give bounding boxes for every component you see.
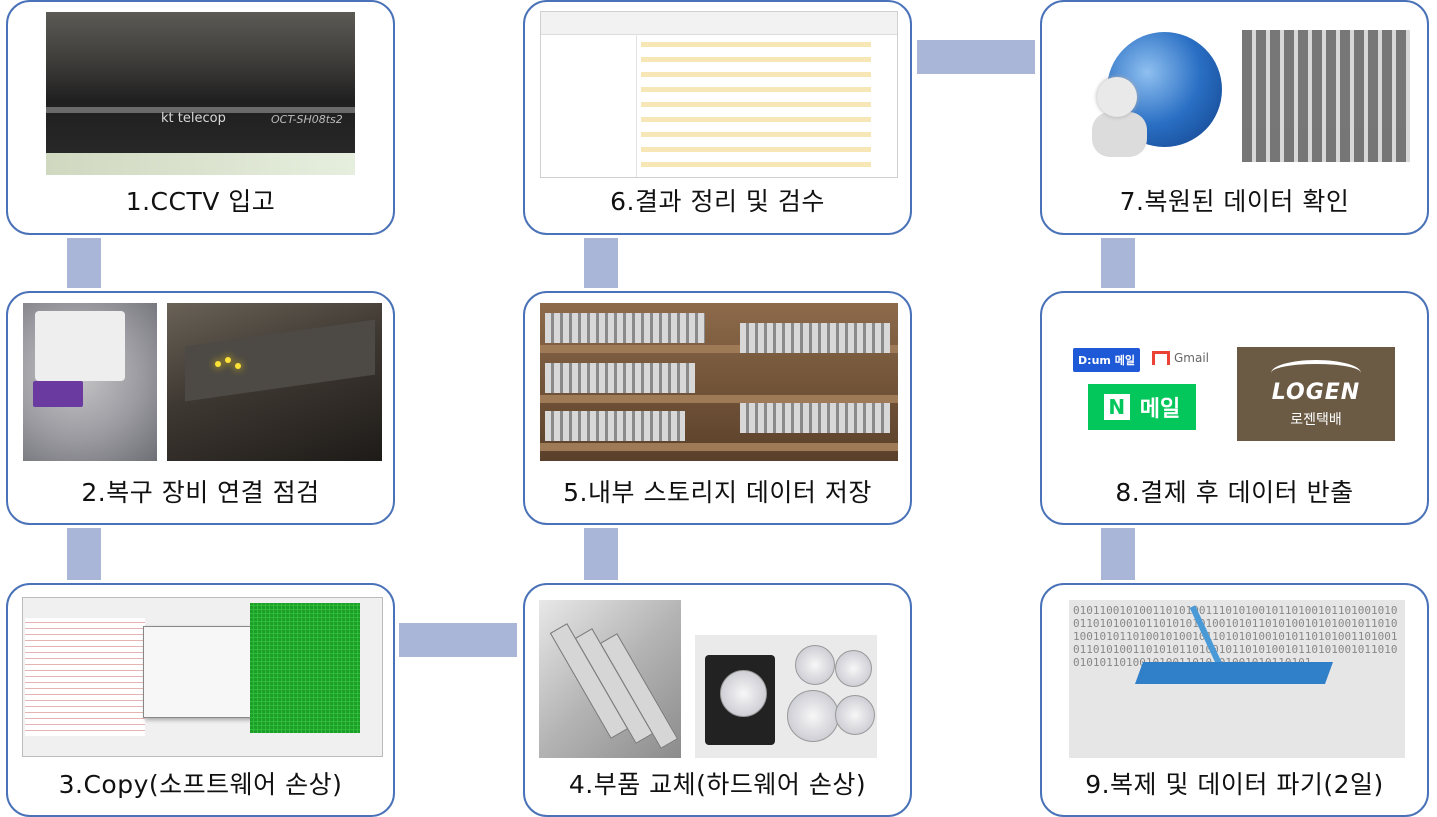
step-8-card: D:um 메일 Gmail N 메일 LOGEN 로젠택배 8.결제 후 데이터… xyxy=(1040,291,1429,525)
explorer-toolbar xyxy=(541,12,897,35)
explorer-file-row xyxy=(641,42,871,47)
platter xyxy=(835,695,875,735)
step-1-caption: 1.CCTV 입고 xyxy=(125,187,276,216)
file-explorer-screenshot xyxy=(540,11,898,178)
step-9-card: 0101100101001101010011101010010110100101… xyxy=(1040,583,1429,817)
pcb-board xyxy=(185,319,375,402)
sector-map-grid xyxy=(250,603,360,733)
gmail-text: Gmail xyxy=(1174,351,1210,365)
explorer-file-row xyxy=(641,102,871,107)
gmail-logo: Gmail xyxy=(1152,351,1209,365)
connector-8-9 xyxy=(1101,528,1135,580)
connector-4-5 xyxy=(584,528,618,580)
explorer-file-row xyxy=(641,132,871,137)
platter xyxy=(787,690,839,742)
copy-software-screenshot xyxy=(22,597,383,757)
rack-shelf xyxy=(540,443,898,451)
logen-en-text: LOGEN xyxy=(1271,379,1361,405)
step-5-card: 5.내부 스토리지 데이터 저장 xyxy=(523,291,912,525)
step-1-card: kt telecop OCT-SH08ts2 1.CCTV 입고 xyxy=(6,0,395,235)
rack-drives xyxy=(545,363,695,393)
hdd-purple-badge xyxy=(33,381,83,407)
connector-7-8 xyxy=(1101,238,1135,288)
recovery-board-photo xyxy=(167,303,382,461)
cctv-dvr-photo: kt telecop OCT-SH08ts2 xyxy=(46,12,355,175)
copy-log-panel xyxy=(25,618,145,736)
rack-drives xyxy=(740,403,890,433)
explorer-file-row xyxy=(641,162,871,167)
dvr-floor xyxy=(46,153,355,175)
naver-mail-text: 메일 xyxy=(1139,397,1181,422)
rack-shelf xyxy=(540,395,898,403)
logen-logo: LOGEN 로젠택배 xyxy=(1237,347,1395,441)
figure-body xyxy=(1092,112,1147,157)
step-8-caption: 8.결제 후 데이터 반출 xyxy=(1115,478,1354,507)
step-6-caption: 6.결과 정리 및 검수 xyxy=(610,187,825,216)
gmail-icon xyxy=(1152,351,1170,365)
head-stack-photo xyxy=(539,600,681,758)
step-4-caption: 4.부품 교체(하드웨어 손상) xyxy=(568,770,867,799)
led-indicator xyxy=(235,363,241,369)
brush-head xyxy=(1134,662,1334,684)
dvr-brand-text: kt telecop xyxy=(161,111,226,126)
led-indicator xyxy=(215,361,221,367)
logen-kr-text: 로젠택배 xyxy=(1290,411,1342,428)
step-6-card: 6.결과 정리 및 검수 xyxy=(523,0,912,235)
recovered-thumbnails xyxy=(1242,30,1410,162)
led-indicator xyxy=(225,357,231,363)
step-3-card: 3.Copy(소프트웨어 손상) xyxy=(6,583,395,817)
platter xyxy=(835,650,872,687)
naver-n-icon: N xyxy=(1103,394,1130,420)
step-3-caption: 3.Copy(소프트웨어 손상) xyxy=(58,770,343,799)
step-5-caption: 5.내부 스토리지 데이터 저장 xyxy=(563,478,872,507)
rack-drives xyxy=(740,323,890,353)
step-2-caption: 2.복구 장비 연결 점검 xyxy=(81,478,320,507)
wd-purple-hdd-photo xyxy=(23,303,157,461)
data-check-illustration xyxy=(1062,22,1412,172)
storage-rack-photo xyxy=(540,303,898,461)
explorer-file-row xyxy=(641,117,871,122)
dvr-model-text: OCT-SH08ts2 xyxy=(271,113,343,126)
step-7-card: 7.복원된 데이터 확인 xyxy=(1040,0,1429,235)
hdd-label xyxy=(35,311,125,381)
step-7-caption: 7.복원된 데이터 확인 xyxy=(1119,187,1350,216)
explorer-file-row xyxy=(641,147,871,152)
connector-1-2 xyxy=(67,238,101,288)
connector-2-3 xyxy=(67,528,101,580)
rack-drives xyxy=(545,411,685,441)
connector-6-7 xyxy=(917,40,1035,74)
data-wipe-illustration: 0101100101001101010011101010010110100101… xyxy=(1069,600,1405,758)
explorer-file-row xyxy=(641,87,871,92)
naver-mail-logo: N 메일 xyxy=(1088,384,1196,430)
rack-drives xyxy=(545,313,705,343)
explorer-sidebar xyxy=(541,34,637,177)
copy-stats-dialog xyxy=(143,626,263,718)
connector-5-6 xyxy=(584,238,618,288)
figure-head xyxy=(1097,77,1137,117)
platter xyxy=(795,645,835,685)
explorer-file-row xyxy=(641,72,871,77)
platter xyxy=(720,670,767,717)
step-4-card: 4.부품 교체(하드웨어 손상) xyxy=(523,583,912,817)
connector-3-4 xyxy=(399,623,517,657)
daum-mail-logo: D:um 메일 xyxy=(1073,348,1140,372)
explorer-file-row xyxy=(641,57,871,62)
step-9-caption: 9.복제 및 데이터 파기(2일) xyxy=(1085,770,1384,799)
platters-photo xyxy=(695,635,877,758)
step-2-card: 2.복구 장비 연결 점검 xyxy=(6,291,395,525)
